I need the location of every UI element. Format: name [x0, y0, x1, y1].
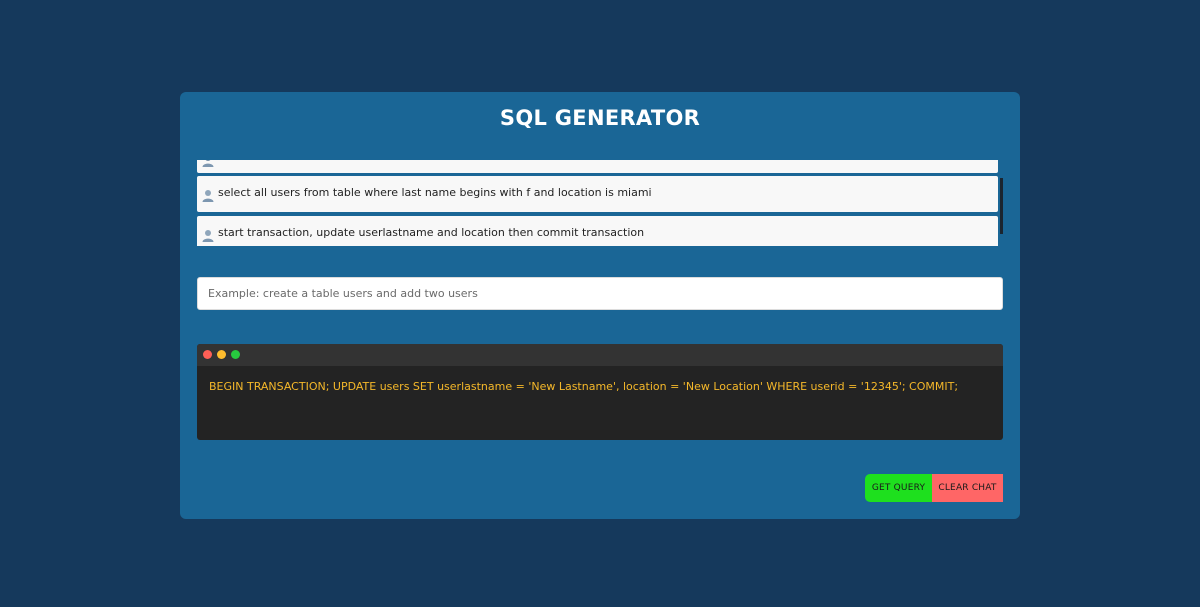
chat-message-text: start transaction, update userlastname a… [218, 226, 645, 239]
chat-history[interactable]: select all users from table where last n… [197, 160, 1003, 246]
clear-chat-button[interactable]: CLEAR CHAT [932, 474, 1003, 502]
yellow-dot-icon [217, 350, 226, 359]
chat-message [197, 160, 998, 173]
chat-message: start transaction, update userlastname a… [197, 216, 998, 246]
user-avatar-icon [202, 160, 214, 167]
chat-scrollbar[interactable] [1000, 178, 1003, 234]
user-avatar-icon [202, 189, 214, 202]
green-dot-icon [231, 350, 240, 359]
query-output-terminal: BEGIN TRANSACTION; UPDATE users SET user… [197, 344, 1003, 440]
user-avatar-icon [202, 229, 214, 242]
red-dot-icon [203, 350, 212, 359]
chat-message-text: select all users from table where last n… [218, 186, 652, 199]
get-query-button[interactable]: GET QUERY [865, 474, 932, 502]
chat-message: select all users from table where last n… [197, 176, 998, 212]
page-title: SQL GENERATOR [499, 106, 701, 130]
terminal-title-bar [197, 344, 1003, 366]
sql-generator-card: SQL GENERATOR select all users from tabl… [180, 92, 1020, 519]
prompt-input[interactable] [197, 277, 1003, 310]
sql-output-text: BEGIN TRANSACTION; UPDATE users SET user… [209, 380, 959, 393]
